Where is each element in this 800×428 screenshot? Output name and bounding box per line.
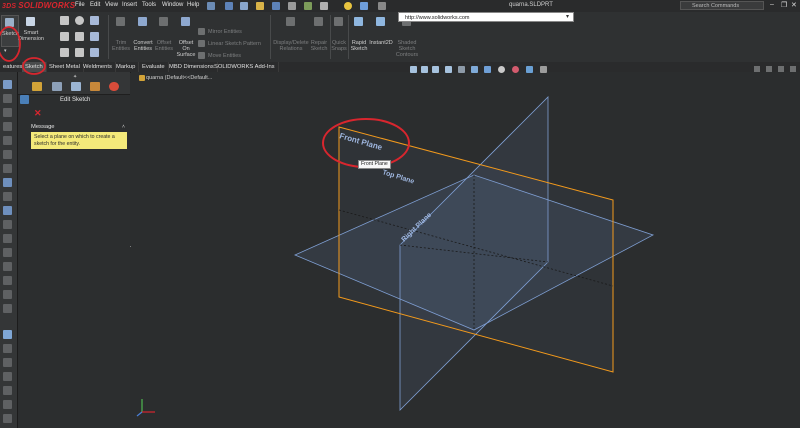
annotation-circle: [22, 57, 46, 75]
annotation-circle: [0, 26, 21, 62]
triad-z-axis: [136, 411, 143, 417]
plane-tooltip: Front Plane: [358, 160, 391, 169]
planes-drawing: Front Plane Top Plane Right Plane: [0, 26, 655, 417]
